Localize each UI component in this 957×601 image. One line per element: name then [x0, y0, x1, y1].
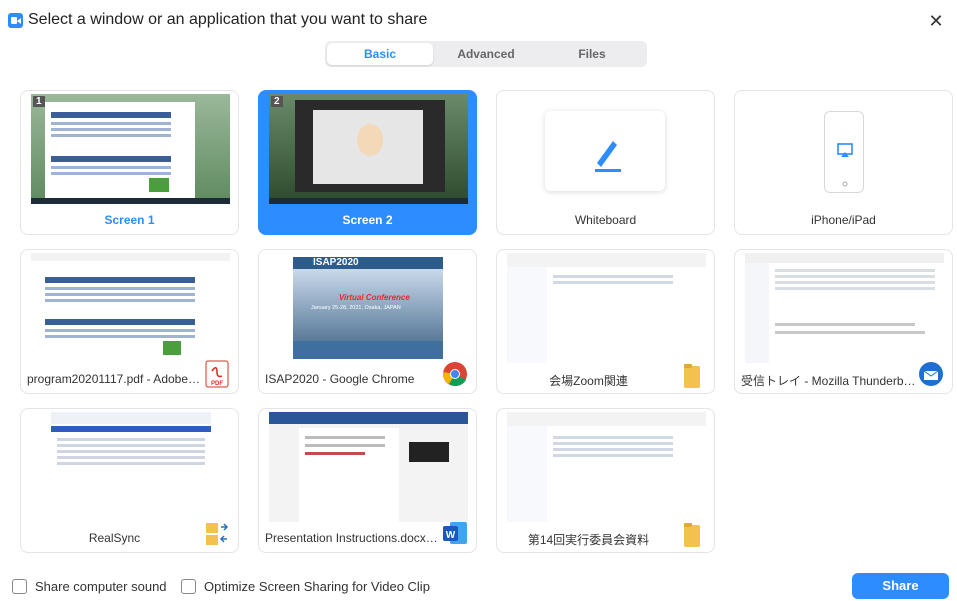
share-item-folder-zoom[interactable]: 会場Zoom関連: [496, 249, 715, 394]
footer-options: Share computer sound Optimize Screen Sha…: [0, 570, 957, 601]
tab-advanced[interactable]: Advanced: [433, 43, 539, 65]
share-item-screen-1[interactable]: 1 Screen 1: [20, 90, 239, 235]
dialog-title: Select a window or an application that y…: [28, 11, 428, 28]
thunderbird-icon: [919, 362, 943, 386]
share-item-label: ISAP2020 - Google Chrome: [265, 372, 415, 386]
folder-icon: [684, 364, 700, 388]
share-item-label: Whiteboard: [574, 213, 637, 227]
tab-basic[interactable]: Basic: [327, 43, 433, 65]
share-item-label: RealSync: [88, 531, 141, 545]
title-bar: Select a window or an application that y…: [0, 0, 957, 42]
committee-folder-thumbnail: [507, 412, 706, 522]
svg-text:W: W: [446, 530, 456, 541]
airplay-icon: [837, 143, 853, 187]
realsync-thumbnail: [51, 412, 211, 522]
realsync-icon: [206, 523, 229, 545]
screen-number: 1: [33, 96, 45, 107]
share-item-pdf-window[interactable]: program20201117.pdf - Adobe A... PDF: [20, 249, 239, 394]
whiteboard-preview: [545, 111, 665, 191]
screen-2-thumbnail: 2: [269, 94, 468, 204]
isap-site-title: ISAP2020: [313, 257, 359, 268]
isap-site-subtitle: Virtual Conference: [339, 293, 410, 302]
share-sound-label: Share computer sound: [35, 579, 167, 594]
folder-window-thumbnail: [507, 253, 706, 363]
pdf-window-thumbnail: [31, 253, 230, 363]
screen-number: 2: [271, 96, 283, 107]
tab-files[interactable]: Files: [539, 43, 645, 65]
share-item-label: Screen 1: [104, 213, 155, 227]
share-item-label: iPhone/iPad: [811, 213, 876, 227]
isap-site-dates: January 25-28, 2021, Osaka, JAPAN: [311, 305, 401, 311]
optimize-video-label: Optimize Screen Sharing for Video Clip: [204, 579, 430, 594]
close-icon[interactable]: ✕: [925, 10, 947, 32]
share-item-label: 受信トレイ - Mozilla Thunderbird: [741, 374, 916, 388]
word-icon: W: [443, 522, 467, 544]
share-item-whiteboard[interactable]: Whiteboard: [496, 90, 715, 235]
screen-1-thumbnail: 1: [31, 94, 230, 204]
phone-preview: [824, 111, 864, 193]
share-item-label: 第14回実行委員会資料: [527, 533, 650, 547]
folder-icon: [684, 523, 700, 547]
share-item-screen-2[interactable]: 2 Screen 2: [258, 90, 477, 235]
share-item-label: Screen 2: [342, 213, 393, 227]
share-tabs: Basic Advanced Files: [325, 41, 647, 67]
chrome-window-thumbnail: ISAP2020 Virtual Conference January 25-2…: [269, 253, 468, 363]
share-sound-checkbox[interactable]: [12, 579, 27, 594]
share-item-chrome-window[interactable]: ISAP2020 Virtual Conference January 25-2…: [258, 249, 477, 394]
chrome-icon: [442, 362, 467, 386]
share-item-word-window[interactable]: Presentation Instructions.docx [... W: [258, 408, 477, 553]
thunderbird-window-thumbnail: [745, 253, 944, 363]
pen-icon: [595, 141, 621, 172]
zoom-share-icon: [8, 13, 23, 28]
pdf-icon: PDF: [205, 360, 229, 388]
share-item-realsync[interactable]: RealSync: [20, 408, 239, 553]
optimize-video-checkbox[interactable]: [181, 579, 196, 594]
word-window-thumbnail: [269, 412, 468, 522]
share-item-thunderbird-window[interactable]: 受信トレイ - Mozilla Thunderbird: [734, 249, 953, 394]
share-item-label: program20201117.pdf - Adobe A...: [27, 372, 202, 386]
svg-text:PDF: PDF: [211, 381, 223, 387]
share-button[interactable]: Share: [852, 573, 949, 599]
share-item-label: 会場Zoom関連: [549, 374, 628, 388]
share-item-label: Presentation Instructions.docx [...: [265, 531, 440, 545]
share-item-folder-committee[interactable]: 第14回実行委員会資料: [496, 408, 715, 553]
share-item-iphone-ipad[interactable]: iPhone/iPad: [734, 90, 953, 235]
